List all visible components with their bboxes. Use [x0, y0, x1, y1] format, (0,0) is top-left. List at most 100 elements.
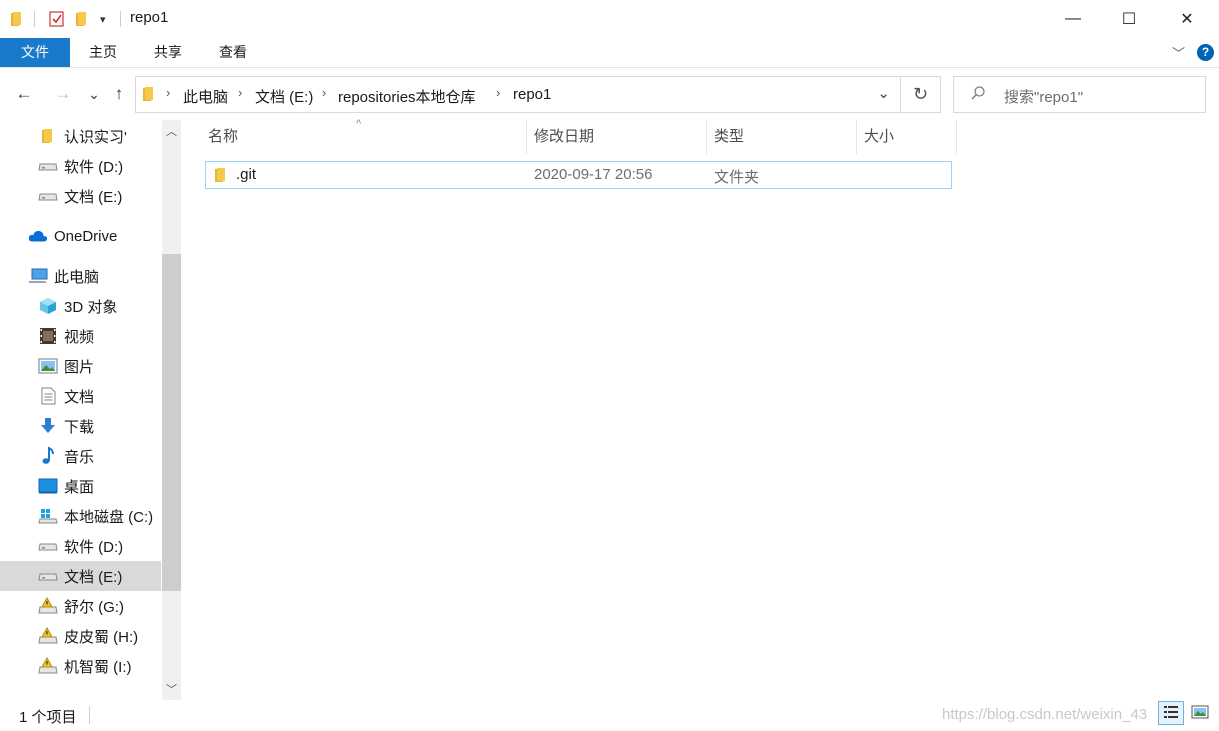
file-name: .git	[236, 166, 257, 183]
sidebar-item-onedrive[interactable]: OneDrive	[0, 221, 161, 251]
sidebar-item-this-pc[interactable]: 此电脑	[0, 261, 161, 291]
ribbon: 文件 主页 共享 查看 ﹀ ?	[0, 38, 1219, 68]
sidebar-item-label: 认识实习'	[64, 128, 127, 146]
sidebar-item-drive-g[interactable]: 舒尔 (G:)	[0, 591, 161, 621]
sidebar-item-label: 文档 (E:)	[64, 188, 123, 206]
minimize-button[interactable]: —	[1044, 0, 1102, 38]
cube-icon	[38, 297, 58, 315]
folder-icon	[214, 167, 228, 186]
sort-ascending-icon: ^	[356, 118, 362, 130]
breadcrumb-separator-icon[interactable]: ›	[496, 85, 500, 100]
sidebar-item-label: 舒尔 (G:)	[64, 598, 124, 616]
tab-file[interactable]: 文件	[0, 38, 70, 67]
sidebar-item-drive-h[interactable]: 皮皮蜀 (H:)	[0, 621, 161, 651]
breadcrumb-drive-e[interactable]: 文档 (E:)	[255, 86, 313, 107]
forward-button[interactable]: →	[52, 82, 74, 106]
address-bar[interactable]: › 此电脑 › 文档 (E:) › repositories本地仓库 › rep…	[135, 76, 901, 113]
breadcrumb-separator-icon[interactable]: ›	[238, 85, 242, 100]
column-header-type[interactable]: 类型	[714, 120, 744, 154]
sidebar-item-drive-c[interactable]: 本地磁盘 (C:)	[0, 501, 161, 531]
sidebar-item-drive-e[interactable]: 文档 (E:)	[0, 181, 161, 211]
search-box[interactable]: 搜索"repo1"	[953, 76, 1206, 113]
forward-arrow-icon: →	[54, 84, 72, 103]
help-icon[interactable]: ?	[1197, 44, 1214, 61]
title-bar: ▾ repo1 — ☐ ✕	[0, 0, 1219, 38]
windows-drive-icon	[38, 507, 58, 525]
drive-icon	[38, 157, 58, 175]
sidebar-item-label: 此电脑	[54, 268, 100, 286]
breadcrumb-separator-icon[interactable]: ›	[322, 85, 326, 100]
drive-icon	[38, 187, 58, 205]
sidebar-item-drive-i[interactable]: 机智蜀 (I:)	[0, 651, 161, 681]
tab-view[interactable]: 查看	[208, 38, 258, 67]
sidebar-item-music[interactable]: 音乐	[0, 441, 161, 471]
ribbon-expand-icon[interactable]: ﹀	[1172, 43, 1185, 62]
sidebar-item-desktop[interactable]: 桌面	[0, 471, 161, 501]
breadcrumb-separator-icon[interactable]: ›	[166, 85, 170, 100]
sidebar-item-label: 文档 (E:)	[64, 568, 123, 586]
sidebar-item-documents[interactable]: 文档	[0, 381, 161, 411]
sidebar-item-label: 皮皮蜀 (H:)	[64, 628, 139, 646]
breadcrumb-this-pc[interactable]: 此电脑	[183, 86, 228, 107]
new-folder-icon[interactable]	[75, 9, 89, 29]
table-row[interactable]: .git 2020-09-17 20:56 文件夹	[205, 161, 952, 189]
cloud-icon	[28, 227, 48, 245]
large-icons-view-icon	[1191, 704, 1209, 723]
quick-access-folder-icon	[10, 9, 24, 29]
sidebar-item-3d-objects[interactable]: 3D 对象	[0, 291, 161, 321]
sidebar-item-label: OneDrive	[54, 227, 118, 245]
recent-locations-button[interactable]: ⌄	[83, 82, 105, 106]
column-header-modified[interactable]: 修改日期	[534, 120, 594, 154]
sidebar-item-label: 文档	[64, 388, 95, 406]
sidebar-item-label: 桌面	[64, 478, 95, 496]
scroll-down-icon[interactable]: ﹀	[162, 680, 181, 700]
file-type: 文件夹	[714, 169, 760, 186]
refresh-icon: ↻	[912, 84, 929, 104]
tab-share[interactable]: 共享	[143, 38, 193, 67]
back-button[interactable]: ←	[13, 82, 35, 106]
sidebar-item-label: 音乐	[64, 448, 95, 466]
column-header-name[interactable]: 名称	[208, 120, 238, 154]
sidebar-item-pictures[interactable]: 图片	[0, 351, 161, 381]
up-button[interactable]: ↑	[108, 82, 130, 106]
sidebar-item-label: 视频	[64, 328, 95, 346]
maximize-icon: ☐	[1121, 11, 1137, 28]
computer-icon	[28, 267, 48, 285]
file-modified: 2020-09-17 20:56	[534, 166, 653, 183]
item-count: 1 个项目	[19, 709, 77, 726]
sidebar-item-label: 机智蜀 (I:)	[64, 658, 132, 676]
large-icons-view-button[interactable]	[1187, 701, 1213, 725]
up-arrow-icon: ↑	[114, 84, 124, 103]
properties-icon[interactable]	[48, 9, 66, 29]
sidebar-item-label: 下载	[64, 418, 95, 436]
address-dropdown-icon[interactable]: ⌄	[877, 84, 890, 102]
breadcrumb-repositories[interactable]: repositories本地仓库	[338, 86, 476, 107]
tab-home[interactable]: 主页	[78, 38, 128, 67]
refresh-button[interactable]: ↻	[901, 76, 941, 113]
quick-access-dropdown-icon[interactable]: ▾	[100, 9, 106, 29]
locked-drive-icon	[38, 597, 58, 615]
desktop-icon	[38, 477, 58, 495]
sidebar-item-label: 软件 (D:)	[64, 538, 124, 556]
maximize-button[interactable]: ☐	[1100, 0, 1158, 38]
sidebar-item-label: 3D 对象	[64, 298, 118, 316]
sidebar-item-drive-e-2[interactable]: 文档 (E:)	[0, 561, 161, 591]
video-icon	[38, 327, 58, 345]
locked-drive-icon	[38, 657, 58, 675]
breadcrumb-repo1[interactable]: repo1	[513, 86, 551, 103]
locked-drive-icon	[38, 627, 58, 645]
sidebar-item-videos[interactable]: 视频	[0, 321, 161, 351]
close-button[interactable]: ✕	[1158, 0, 1216, 38]
sidebar-item-label: 软件 (D:)	[64, 158, 124, 176]
sidebar-item-downloads[interactable]: 下载	[0, 411, 161, 441]
scroll-up-icon[interactable]: ︿	[162, 122, 181, 142]
sidebar-scrollbar-thumb[interactable]	[162, 254, 181, 591]
details-view-button[interactable]	[1158, 701, 1184, 725]
search-input[interactable]: 搜索"repo1"	[1004, 86, 1083, 107]
sidebar-item-drive-d[interactable]: 软件 (D:)	[0, 151, 161, 181]
column-header-size[interactable]: 大小	[864, 120, 894, 154]
sidebar-item-drive-d-2[interactable]: 软件 (D:)	[0, 531, 161, 561]
sidebar-item-internship[interactable]: 认识实习'	[0, 121, 161, 151]
back-arrow-icon: ←	[15, 84, 33, 103]
search-icon	[970, 85, 986, 105]
